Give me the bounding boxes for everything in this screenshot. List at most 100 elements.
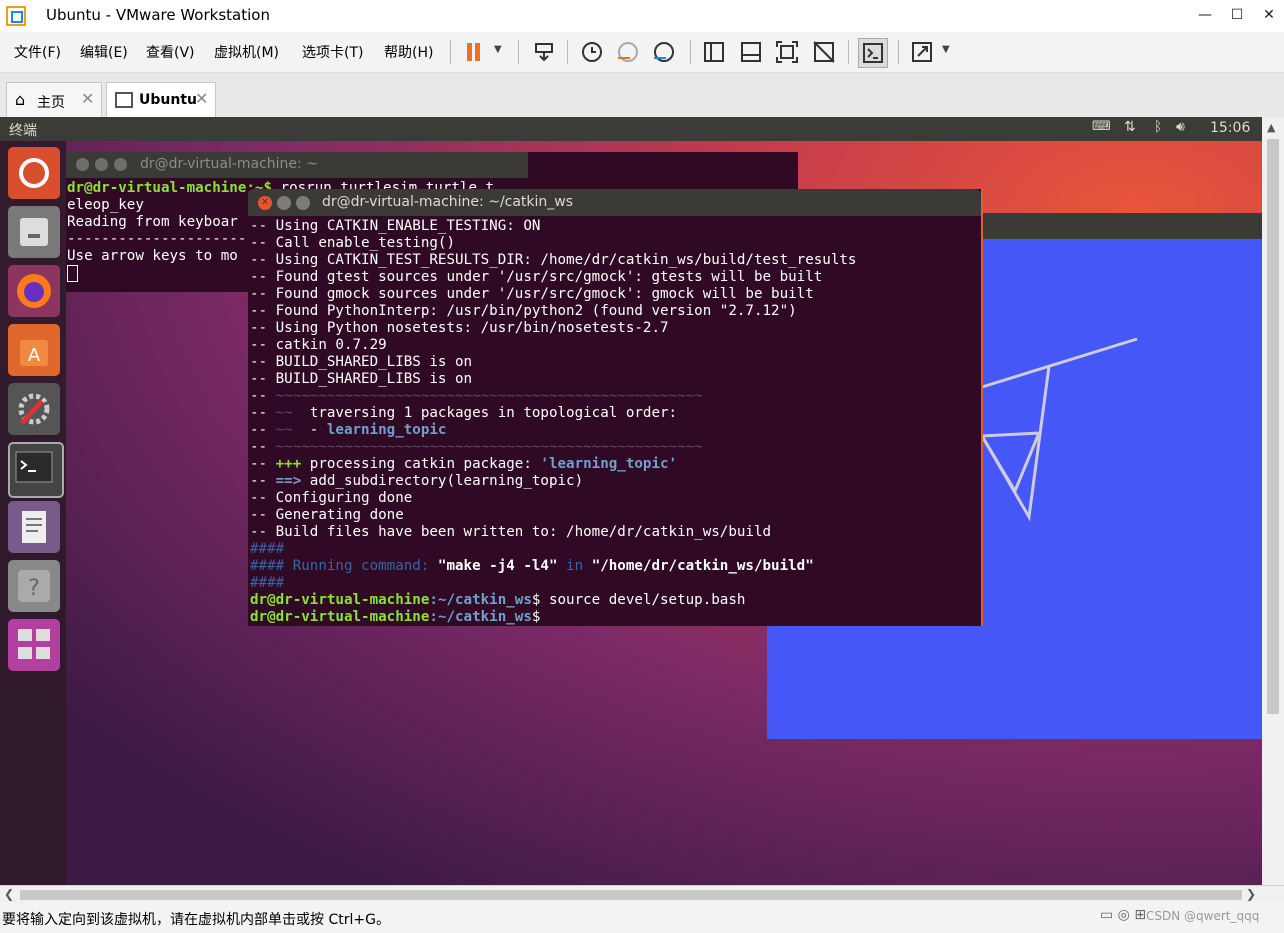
unity-mode-icon[interactable]: [810, 38, 838, 66]
firefox-launcher[interactable]: [8, 265, 60, 317]
maximize-icon[interactable]: [296, 196, 310, 210]
files-launcher[interactable]: [8, 206, 60, 258]
clock[interactable]: 15:06: [1210, 120, 1250, 136]
status-bar: 要将输入定向到该虚拟机，请在虚拟机内部单击或按 Ctrl+G。 ▭ ◎ ⊞ CS…: [0, 903, 1284, 933]
menu-help[interactable]: 帮助(H): [384, 42, 433, 62]
prompt-path: :~/catkin_ws: [429, 592, 532, 608]
console-view-icon[interactable]: [858, 38, 888, 68]
back-line: ---------------------: [67, 231, 247, 247]
running-in: in: [557, 558, 592, 574]
full-screen-icon[interactable]: [773, 38, 801, 66]
command-text: source devel/setup.bash: [540, 592, 746, 608]
text-editor-launcher[interactable]: [8, 501, 60, 553]
workspaces-icon: [18, 629, 50, 659]
minimize-icon[interactable]: [277, 196, 291, 210]
output-line: -- BUILD_SHARED_LIBS is on: [250, 354, 473, 370]
maximize-button[interactable]: ☐: [1221, 0, 1253, 30]
output-line: -- Build files have been written to: /ho…: [250, 524, 772, 540]
revert-snapshot-icon[interactable]: [614, 38, 642, 66]
network-icon[interactable]: ⇅: [1124, 119, 1136, 135]
running-command: "make -j4 -l4": [437, 558, 558, 574]
svg-text:A: A: [28, 345, 41, 366]
terminal-icon: [15, 451, 53, 483]
dash-button[interactable]: [8, 147, 60, 199]
tab-ubuntu[interactable]: Ubuntu ✕: [106, 82, 216, 117]
prompt-dollar: $: [531, 609, 541, 625]
snapshot-manager-icon[interactable]: [650, 38, 678, 66]
vertical-scrollbar[interactable]: ▲: [1262, 117, 1284, 885]
scroll-left-icon[interactable]: ❮: [4, 887, 14, 901]
output-line: -- Call enable_testing(): [250, 235, 455, 251]
send-ctrl-alt-del-icon[interactable]: [530, 38, 558, 66]
back-line: Use arrow keys to mo: [67, 248, 238, 264]
hash-line: ####: [250, 575, 285, 591]
tab-home-close-icon[interactable]: ✕: [81, 89, 94, 108]
close-icon[interactable]: ✕: [258, 196, 272, 210]
prompt-path: :~/catkin_ws: [429, 609, 532, 625]
terminal-launcher[interactable]: [8, 442, 64, 498]
vm-icon: [115, 92, 133, 108]
hash-line: ####: [250, 541, 285, 557]
processing-line: processing catkin package:: [309, 456, 541, 472]
tab-home-label: 主页: [37, 95, 65, 111]
back-terminal-titlebar[interactable]: dr@dr-virtual-machine: ~: [66, 152, 528, 178]
output-line: -- Using CATKIN_ENABLE_TESTING: ON: [250, 218, 541, 234]
front-terminal-output: -- Using CATKIN_ENABLE_TESTING: ON -- Ca…: [250, 218, 857, 625]
workspace-switcher-launcher[interactable]: [8, 619, 60, 671]
show-library-icon[interactable]: [700, 38, 728, 66]
thumbnail-bar-icon[interactable]: [737, 38, 765, 66]
back-cursor: [67, 265, 78, 282]
output-line: -- Found PythonInterp: /usr/bin/python2 …: [250, 303, 797, 319]
menu-edit[interactable]: 编辑(E): [80, 42, 128, 62]
minimize-button[interactable]: —: [1189, 0, 1221, 30]
text-editor-icon: [22, 511, 46, 543]
tab-ubuntu-label: Ubuntu: [139, 92, 197, 108]
menu-vm[interactable]: 虚拟机(M): [214, 42, 279, 62]
settings-launcher[interactable]: [8, 383, 60, 435]
ubuntu-launcher: A ?: [0, 141, 66, 885]
scroll-thumb[interactable]: [1267, 139, 1279, 714]
ubuntu-logo-icon: [19, 158, 49, 188]
running-label: #### Running command:: [250, 558, 438, 574]
scroll-right-icon[interactable]: ❯: [1246, 887, 1256, 901]
watermark: CSDN @qwert_qqq: [1146, 909, 1260, 923]
stretch-dropdown-icon[interactable]: ▼: [942, 44, 950, 55]
device-icons[interactable]: ▭ ◎ ⊞: [1100, 907, 1146, 923]
pause-icon[interactable]: [460, 38, 488, 66]
output-line: -- Found gtest sources under '/usr/src/g…: [250, 269, 823, 285]
back-maximize-icon[interactable]: [114, 158, 127, 171]
front-terminal-titlebar[interactable]: ✕ dr@dr-virtual-machine: ~/catkin_ws: [248, 189, 981, 216]
menu-file[interactable]: 文件(F): [14, 42, 61, 62]
horizontal-scrollbar[interactable]: ❮ ❯: [0, 885, 1284, 904]
back-close-icon[interactable]: [76, 158, 89, 171]
menu-tabs[interactable]: 选项卡(T): [302, 42, 363, 62]
output-line: -- Using Python nosetests: /usr/bin/nose…: [250, 320, 669, 336]
prompt-user: dr@dr-virtual-machine: [250, 609, 430, 625]
snapshot-icon[interactable]: [578, 38, 606, 66]
output-line: -- BUILD_SHARED_LIBS is on: [250, 371, 473, 387]
volume-icon[interactable]: 🔊︎: [1176, 119, 1185, 135]
back-minimize-icon[interactable]: [95, 158, 108, 171]
software-center-launcher[interactable]: A: [8, 324, 60, 376]
front-terminal-title: dr@dr-virtual-machine: ~/catkin_ws: [322, 194, 574, 210]
back-prompt: dr@dr-virtual-machine:~$: [67, 180, 272, 196]
hscroll-thumb[interactable]: [20, 890, 1242, 900]
help-launcher[interactable]: ?: [8, 560, 60, 612]
scroll-up-icon[interactable]: ▲: [1267, 121, 1275, 134]
bluetooth-icon[interactable]: ᛒ: [1154, 119, 1162, 135]
menu-view[interactable]: 查看(V): [146, 42, 195, 62]
pause-dropdown-icon[interactable]: ▼: [494, 44, 502, 55]
tab-home[interactable]: ⌂ 主页 ✕: [6, 82, 102, 117]
stretch-guest-icon[interactable]: [908, 38, 936, 66]
tab-ubuntu-close-icon[interactable]: ✕: [195, 89, 208, 108]
ubuntu-top-panel: 终端 ⌨ ⇅ ᛒ 🔊︎ 15:06: [0, 117, 1262, 141]
prompt-user: dr@dr-virtual-machine: [250, 592, 430, 608]
separator-line: ~~~~~~~~~~~~~~~~~~~~~~~~~~~~~~~~~~~~~~~~…: [275, 388, 703, 404]
running-dir: "/home/dr/catkin_ws/build": [591, 558, 814, 574]
close-button[interactable]: ✕: [1253, 0, 1284, 30]
home-icon: ⌂: [15, 90, 26, 109]
back-terminal-title: dr@dr-virtual-machine: ~: [140, 156, 318, 172]
shopping-bag-icon: A: [20, 340, 48, 366]
keyboard-icon[interactable]: ⌨: [1092, 119, 1111, 134]
processing-package: 'learning_topic': [540, 456, 678, 472]
